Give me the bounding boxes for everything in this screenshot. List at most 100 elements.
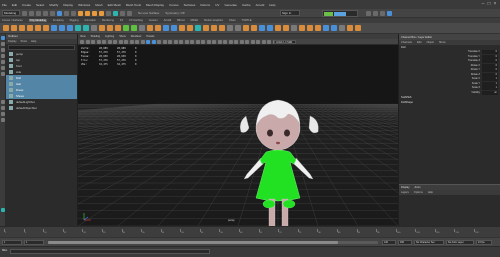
redo-icon[interactable]	[50, 10, 55, 16]
shelf-tool-icon[interactable]	[75, 25, 81, 31]
shelf-tool-icon[interactable]	[283, 25, 289, 31]
menu-generate[interactable]: Generate	[224, 3, 237, 7]
channel-box-menu-item[interactable]: Channels	[401, 41, 412, 44]
viewport-menu-item[interactable]: Shading	[91, 35, 101, 38]
shelf-tool-icon[interactable]	[187, 25, 193, 31]
menu-select[interactable]: Select	[36, 3, 44, 7]
character-set-select[interactable]: No Character Set	[414, 240, 444, 245]
shelf-tool-icon[interactable]	[155, 25, 161, 31]
shelf-tool-icon[interactable]	[291, 25, 297, 31]
viewport-panel[interactable]: View Shading Lighting Show Renderer Panels AC…	[78, 34, 398, 226]
viewport-tool-icon[interactable]	[80, 39, 84, 44]
shelf-tool-icon[interactable]	[171, 25, 177, 31]
shelf-tool-icon[interactable]	[3, 25, 9, 31]
shelf-tool-icon[interactable]	[219, 25, 225, 31]
shelf-tool-icon[interactable]	[259, 25, 265, 31]
shelf-tab-turtle[interactable]: TURTLE	[242, 19, 252, 22]
menu-create[interactable]: Create	[22, 3, 31, 7]
scale-tool-icon[interactable]	[1, 66, 5, 70]
viewport-tool-icon[interactable]	[239, 39, 244, 44]
viewport-tool-icon[interactable]	[162, 39, 167, 44]
channel-box-icon[interactable]	[387, 11, 392, 16]
channel-attribute-value[interactable]: on	[482, 90, 498, 95]
viewport-tool-icon[interactable]	[91, 39, 95, 44]
menu-surfaces[interactable]: Surfaces	[184, 3, 196, 7]
render-view-icon[interactable]	[106, 10, 111, 16]
channel-box-menu-item[interactable]: Show	[439, 41, 446, 44]
shelf-tool-icon[interactable]	[355, 25, 361, 31]
viewport-tool-icon[interactable]	[146, 39, 150, 44]
menu-cache[interactable]: Cache	[242, 3, 251, 7]
select-tool-icon[interactable]	[1, 36, 5, 40]
shelf-tool-icon[interactable]	[59, 25, 65, 31]
menu-deform[interactable]: Deform	[200, 3, 210, 7]
viewport-tool-icon[interactable]	[267, 39, 271, 44]
viewport-tool-icon[interactable]	[118, 39, 123, 44]
outliner-menu-item[interactable]: Display	[8, 39, 17, 44]
mel-label[interactable]: MEL	[2, 249, 7, 252]
color-management-select[interactable]: ACES 1.0 SDR	[274, 40, 296, 44]
menu-edit[interactable]: Edit	[12, 3, 17, 7]
shelf-tool-icon[interactable]	[323, 25, 329, 31]
channel-attribute-value[interactable]: 0	[482, 68, 498, 72]
render-settings-icon[interactable]	[127, 10, 132, 16]
channel-box-menu-item[interactable]: Edit	[417, 41, 421, 44]
shelf-tool-icon[interactable]	[267, 25, 273, 31]
shelf-tab-rigging[interactable]: Rigging	[70, 19, 79, 22]
layer-editor-menu-item[interactable]: Layers	[401, 191, 409, 194]
shelf-tab-custom[interactable]: Custom	[149, 19, 158, 22]
shelf-tab-bifrost[interactable]: Bifrost	[177, 19, 184, 22]
tab-channel-box[interactable]: Channel Box / Layer Editor	[401, 36, 432, 39]
viewport-tool-icon[interactable]	[157, 39, 161, 44]
shelf-tool-icon[interactable]	[35, 25, 41, 31]
snap-point-icon[interactable]	[92, 10, 97, 16]
menu-curves[interactable]: Curves	[169, 3, 179, 7]
viewport-tool-icon[interactable]	[135, 39, 139, 44]
channel-attribute-value[interactable]: 0	[482, 63, 498, 68]
shelf-tool-icon[interactable]	[211, 25, 217, 31]
ipr-render-icon[interactable]	[120, 10, 125, 16]
snap-grid-icon[interactable]	[78, 10, 83, 16]
select-component-icon[interactable]	[71, 10, 76, 16]
shelf-tool-icon[interactable]	[275, 25, 281, 31]
menu-mesh-tools[interactable]: Mesh Tools	[126, 3, 141, 7]
viewport-tool-icon[interactable]	[190, 39, 194, 44]
viewport-menu-item[interactable]: Lighting	[105, 35, 114, 38]
tab-display[interactable]: Display	[401, 186, 410, 189]
viewport-tool-icon[interactable]	[245, 39, 249, 44]
paint-select-icon[interactable]	[1, 48, 5, 52]
start-time-field[interactable]: 1	[2, 240, 22, 245]
viewport-tool-icon[interactable]	[223, 39, 227, 44]
attribute-editor-icon[interactable]	[373, 11, 378, 16]
shelf-tool-icon[interactable]	[163, 25, 169, 31]
viewport-tool-icon[interactable]	[85, 39, 90, 44]
viewport-tool-icon[interactable]	[206, 39, 211, 44]
tool-settings-icon[interactable]	[380, 11, 385, 16]
viewport-tool-icon[interactable]	[217, 39, 222, 44]
viewport-tool-icon[interactable]	[228, 39, 233, 44]
viewport-tool-icon[interactable]	[124, 39, 128, 44]
menu-edit-mesh[interactable]: Edit Mesh	[108, 3, 121, 7]
shelf-tool-icon[interactable]	[347, 25, 353, 31]
shelf-tool-icon[interactable]	[227, 25, 233, 31]
select-object-icon[interactable]	[64, 10, 69, 16]
outliner-item[interactable]: defaultObjectSet	[6, 105, 77, 111]
viewport-tool-icon[interactable]	[201, 39, 205, 44]
save-scene-icon[interactable]	[36, 10, 41, 16]
menu-set-selector[interactable]: Modeling	[2, 10, 20, 16]
symmetry-label[interactable]: Symmetry: Off	[165, 11, 184, 15]
shelf-tool-icon[interactable]	[99, 25, 105, 31]
shelf-tool-icon[interactable]	[251, 25, 257, 31]
shelf-tool-icon[interactable]	[243, 25, 249, 31]
channel-attribute-value[interactable]: 0	[482, 72, 498, 77]
layer-editor-menu-item[interactable]: Help	[428, 191, 433, 194]
outliner-search-input[interactable]	[8, 45, 75, 50]
persp-graph-icon[interactable]	[1, 118, 5, 122]
shelf-tool-icon[interactable]	[331, 25, 337, 31]
shelf-tab-rendering[interactable]: Rendering	[102, 19, 114, 22]
viewport-tool-icon[interactable]	[102, 39, 106, 44]
shelf-tab-arnold[interactable]: Arnold	[164, 19, 172, 22]
shelf-tab-xgen[interactable]: XGen	[229, 19, 236, 22]
menu-help[interactable]: Help	[269, 3, 275, 7]
menu-arnold[interactable]: Arnold	[256, 3, 265, 7]
